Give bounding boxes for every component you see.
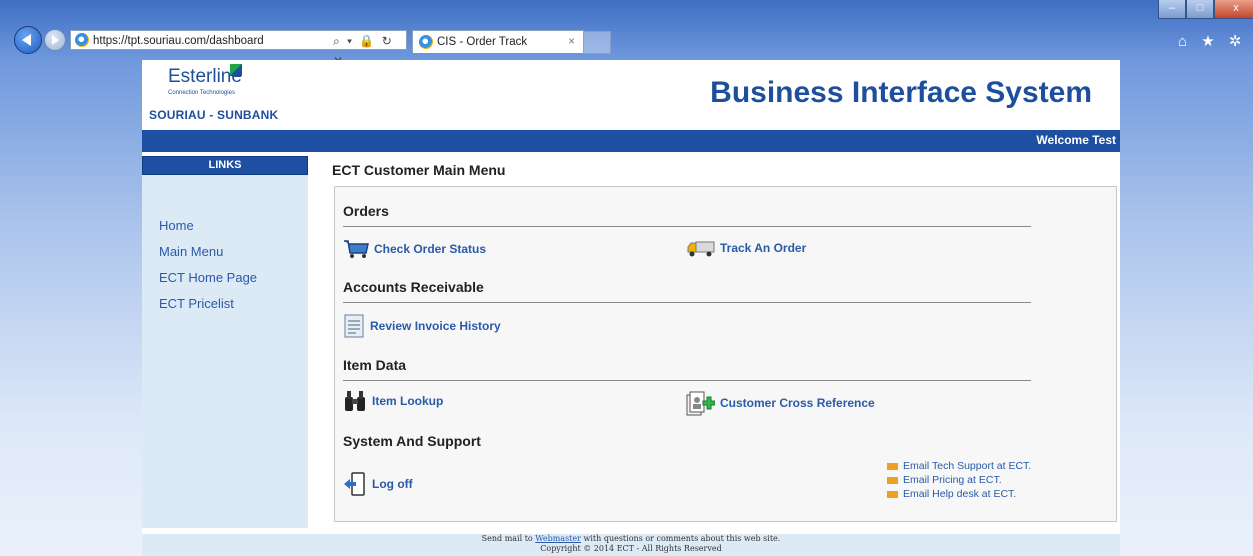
section-system-support: System And Support xyxy=(343,433,481,449)
sidebar: LINKS Home Main Menu ECT Home Page ECT P… xyxy=(142,156,308,528)
sidebar-item-home[interactable]: Home xyxy=(159,213,308,239)
track-order-link[interactable]: Track An Order xyxy=(687,239,806,257)
check-order-status-link[interactable]: Check Order Status xyxy=(343,239,486,259)
email-icon xyxy=(887,476,898,484)
new-tab-button[interactable] xyxy=(583,31,611,54)
forward-button[interactable] xyxy=(44,29,66,51)
log-off-label: Log off xyxy=(372,477,413,491)
customer-cross-reference-label: Customer Cross Reference xyxy=(720,396,875,410)
log-off-icon xyxy=(344,472,365,496)
email-icon xyxy=(887,490,898,498)
menu-title: ECT Customer Main Menu xyxy=(332,162,506,178)
binoculars-icon xyxy=(345,391,365,411)
sidebar-item-ect-home[interactable]: ECT Home Page xyxy=(159,265,308,291)
section-accounts-receivable: Accounts Receivable xyxy=(343,279,1031,303)
ie-icon xyxy=(419,35,433,49)
main-menu-panel: Orders Check Order Status Track An Order… xyxy=(334,186,1117,522)
cross-reference-icon xyxy=(686,391,715,416)
review-invoice-label: Review Invoice History xyxy=(370,319,501,333)
item-lookup-label: Item Lookup xyxy=(372,394,444,408)
email-pricing-link[interactable]: Email Pricing at ECT. xyxy=(887,473,1031,487)
maximize-button[interactable]: □ xyxy=(1186,0,1214,19)
email-helpdesk-link[interactable]: Email Help desk at ECT. xyxy=(887,487,1031,501)
sidebar-heading: LINKS xyxy=(142,156,308,175)
webmaster-link[interactable]: Webmaster xyxy=(535,534,581,543)
address-bar[interactable]: https://tpt.souriau.com/dashboard ⌕ ▾ 🔒 … xyxy=(70,30,407,68)
shopping-cart-icon xyxy=(344,240,369,258)
truck-icon xyxy=(687,241,715,257)
logo-division: SOURIAU - SUNBANK xyxy=(149,108,279,122)
email-links: Email Tech Support at ECT. Email Pricing… xyxy=(887,459,1031,501)
toolbar-icons[interactable]: ⌂ ★ ✲ xyxy=(1178,32,1246,50)
ie-icon xyxy=(75,33,89,47)
section-item-data: Item Data xyxy=(343,357,1031,381)
item-lookup-link[interactable]: Item Lookup xyxy=(343,389,443,413)
browser-chrome: https://tpt.souriau.com/dashboard ⌕ ▾ 🔒 … xyxy=(0,0,1253,68)
window-controls: – □ x xyxy=(1158,0,1253,19)
logo-mark-icon xyxy=(230,64,242,76)
review-invoice-link[interactable]: Review Invoice History xyxy=(343,313,501,339)
minimize-button[interactable]: – xyxy=(1158,0,1186,19)
browser-tab[interactable]: CIS - Order Track × xyxy=(412,30,584,53)
tab-title: CIS - Order Track xyxy=(437,36,528,48)
copyright-text: Copyright © 2014 ECT - All Rights Reserv… xyxy=(540,544,722,553)
track-order-label: Track An Order xyxy=(720,241,807,255)
section-orders: Orders xyxy=(343,203,1031,227)
sidebar-item-main-menu[interactable]: Main Menu xyxy=(159,239,308,265)
sidebar-item-pricelist[interactable]: ECT Pricelist xyxy=(159,291,308,317)
customer-cross-reference-link[interactable]: Customer Cross Reference xyxy=(685,389,875,417)
header-bar: Welcome Test xyxy=(142,130,1120,152)
email-icon xyxy=(887,462,898,470)
footer: Send mail to Webmaster with questions or… xyxy=(142,534,1120,556)
url-text: https://tpt.souriau.com/dashboard xyxy=(93,35,264,47)
web-page: Esterline Connection Technologies SOURIA… xyxy=(142,60,1120,556)
page-title: Business Interface System xyxy=(710,76,1092,109)
invoice-icon xyxy=(344,314,364,338)
company-logo[interactable]: Esterline Connection Technologies SOURIA… xyxy=(142,60,282,128)
email-tech-support-link[interactable]: Email Tech Support at ECT. xyxy=(887,459,1031,473)
close-window-button[interactable]: x xyxy=(1214,0,1253,19)
logo-tagline: Connection Technologies xyxy=(168,90,235,96)
tab-close-button[interactable]: × xyxy=(568,31,575,53)
back-button[interactable] xyxy=(14,26,42,54)
check-order-status-label: Check Order Status xyxy=(374,242,487,256)
welcome-text: Welcome Test xyxy=(1036,133,1116,147)
log-off-link[interactable]: Log off xyxy=(343,471,413,497)
